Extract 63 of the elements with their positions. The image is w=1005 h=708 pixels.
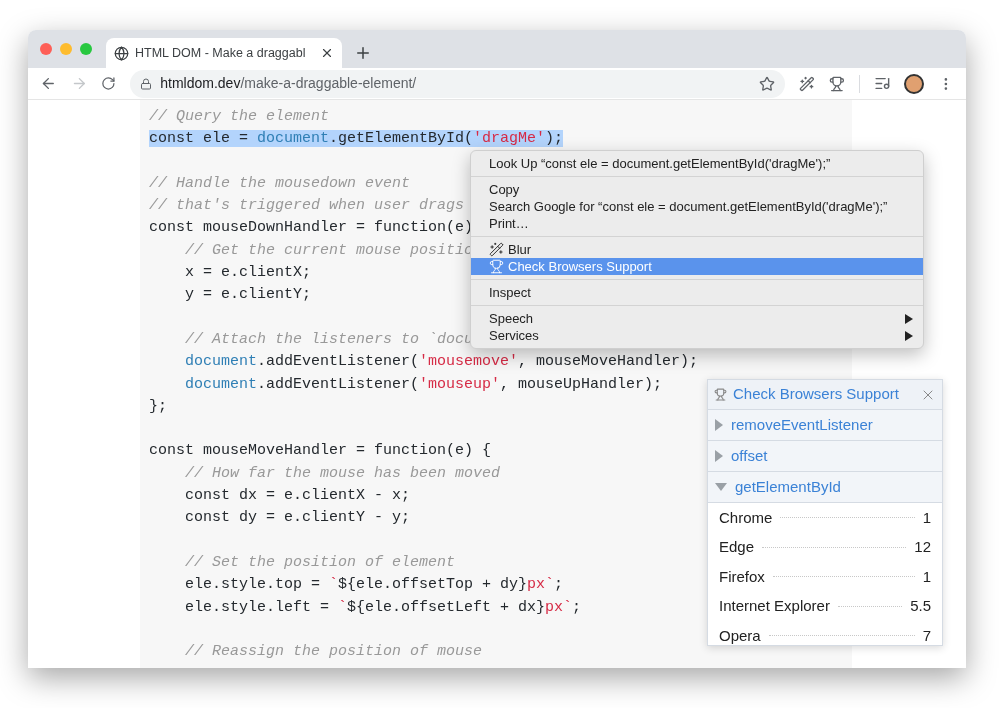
url-field[interactable]: htmldom.dev/make-a-draggable-element/ — [130, 69, 786, 98]
menu-item[interactable]: Copy — [471, 181, 923, 198]
lock-icon — [140, 77, 153, 90]
api-section-header[interactable]: removeEventListener — [708, 410, 942, 441]
submenu-arrow-icon — [905, 313, 913, 324]
new-tab-icon[interactable] — [354, 44, 372, 62]
code-line: y = e.clientY; — [184, 286, 312, 304]
browser-version: 12 — [914, 537, 931, 557]
url-path: /make-a-draggable-element/ — [240, 75, 417, 91]
api-section-header[interactable]: offset — [708, 441, 942, 472]
code-line: document.addEventListener('mousemove', mouseMoveHandler); — [184, 353, 699, 371]
browser-name: Firefox — [719, 566, 765, 587]
code-line: // Query the element — [149, 108, 330, 125]
api-section-header[interactable]: getElementById — [708, 472, 942, 503]
avatar[interactable] — [904, 73, 925, 94]
browser-version: 5.5 — [910, 596, 931, 616]
menu-item[interactable]: Print… — [471, 215, 923, 232]
code-line: document.addEventListener('mouseup', mouseUpHandler); — [184, 375, 663, 393]
tab-title: HTML DOM - Make a draggabl — [135, 44, 307, 62]
menu-item[interactable]: Inspect — [471, 284, 923, 301]
browser-tab[interactable]: HTML DOM - Make a draggabl — [106, 38, 342, 68]
browser-name: Opera — [719, 625, 761, 645]
code-line: ele.style.left = `${ele.offsetLeft + dx}px`; — [184, 598, 582, 616]
url-domain: htmldom.dev — [160, 75, 241, 91]
reload-icon[interactable] — [101, 76, 117, 91]
menu-item[interactable]: Look Up “const ele = document.getElementById('dragMe');” — [471, 155, 923, 172]
code-line: const dy = e.clientY - y; — [184, 509, 411, 527]
bookmark-star-icon[interactable] — [759, 75, 776, 92]
menu-item[interactable]: Services — [471, 327, 923, 344]
browser-version: 1 — [922, 566, 931, 587]
code-line: // Reassign the position of mouse — [184, 643, 483, 661]
magic-wand-icon[interactable] — [799, 75, 815, 92]
code-line: // that's triggered when user drags — [149, 197, 465, 215]
trophy-icon — [714, 388, 727, 401]
browser-name: Internet Explorer — [719, 596, 830, 616]
playlist-icon[interactable] — [873, 75, 891, 92]
caret-down-icon — [715, 483, 727, 491]
code-line: const mouseMoveHandler = function(e) { — [149, 442, 492, 460]
magic-wand-icon — [489, 242, 504, 257]
close-icon[interactable] — [320, 46, 334, 60]
browser-version: 7 — [922, 625, 931, 645]
menu-item[interactable]: Blur — [471, 241, 923, 258]
back-icon[interactable] — [40, 75, 57, 92]
globe-icon — [114, 45, 129, 61]
code-line: // How far the mouse has been moved — [184, 464, 501, 482]
code-line: const mouseDownHandler = function(e) — [149, 219, 474, 237]
code-line: ele.style.top = `${ele.offsetTop + dy}px`; — [184, 576, 564, 594]
code-line: const dx = e.clientX - x; — [184, 487, 411, 505]
submenu-arrow-icon — [905, 330, 913, 341]
caret-right-icon — [715, 419, 723, 431]
caret-right-icon — [715, 450, 723, 462]
code-line: // Handle the mousedown event — [149, 174, 411, 192]
code-line: // Set the position of element — [184, 553, 456, 571]
code-line: }; — [149, 397, 167, 415]
panel-title: Check Browsers Support — [733, 384, 900, 405]
menu-item[interactable]: Search Google for “const ele = document.getElementById('dragMe');” — [471, 198, 923, 215]
trophy-icon[interactable] — [829, 75, 845, 92]
trophy-icon — [489, 259, 504, 274]
browser-name: Chrome — [719, 507, 773, 528]
menu-item[interactable]: Speech — [471, 310, 923, 327]
browser-version: 1 — [922, 507, 931, 528]
browser-name: Edge — [719, 537, 755, 557]
code-line: x = e.clientX; — [184, 264, 312, 282]
